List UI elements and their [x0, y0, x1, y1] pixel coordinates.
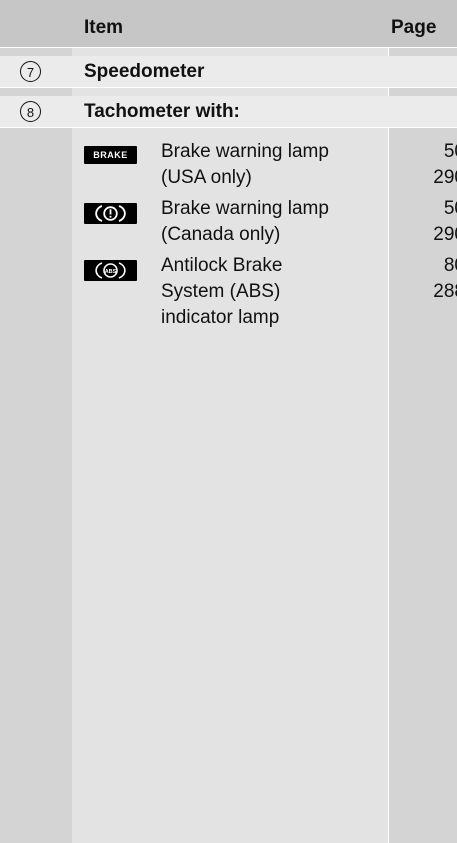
row-number-8: 8: [20, 101, 41, 122]
divider: [0, 47, 457, 48]
brake-circle-exclamation-icon: [84, 203, 137, 224]
item-tachometer: Tachometer with:: [84, 101, 240, 122]
subitem-description: Antilock Brake System (ABS) indicator la…: [161, 255, 283, 328]
header-page: Page: [391, 17, 437, 38]
abs-icon: ABS: [84, 260, 137, 281]
abs-icon-text: ABS: [105, 269, 117, 275]
brake-text-icon: BRAKE: [84, 146, 137, 164]
item-speedometer: Speedometer: [84, 61, 205, 82]
subitem-pages: 50 290: [433, 198, 457, 245]
subitem-pages: 80 288: [433, 255, 457, 302]
divider: [0, 127, 457, 128]
subitem-description: Brake warning lamp (USA only): [161, 141, 329, 188]
row-band-speedometer: [0, 56, 457, 87]
row-number-7: 7: [20, 61, 41, 82]
subitem-pages: 50 290: [433, 141, 457, 188]
table-header: [0, 0, 457, 47]
subitem-description: Brake warning lamp (Canada only): [161, 198, 329, 245]
divider: [0, 87, 457, 88]
header-item: Item: [84, 17, 124, 38]
